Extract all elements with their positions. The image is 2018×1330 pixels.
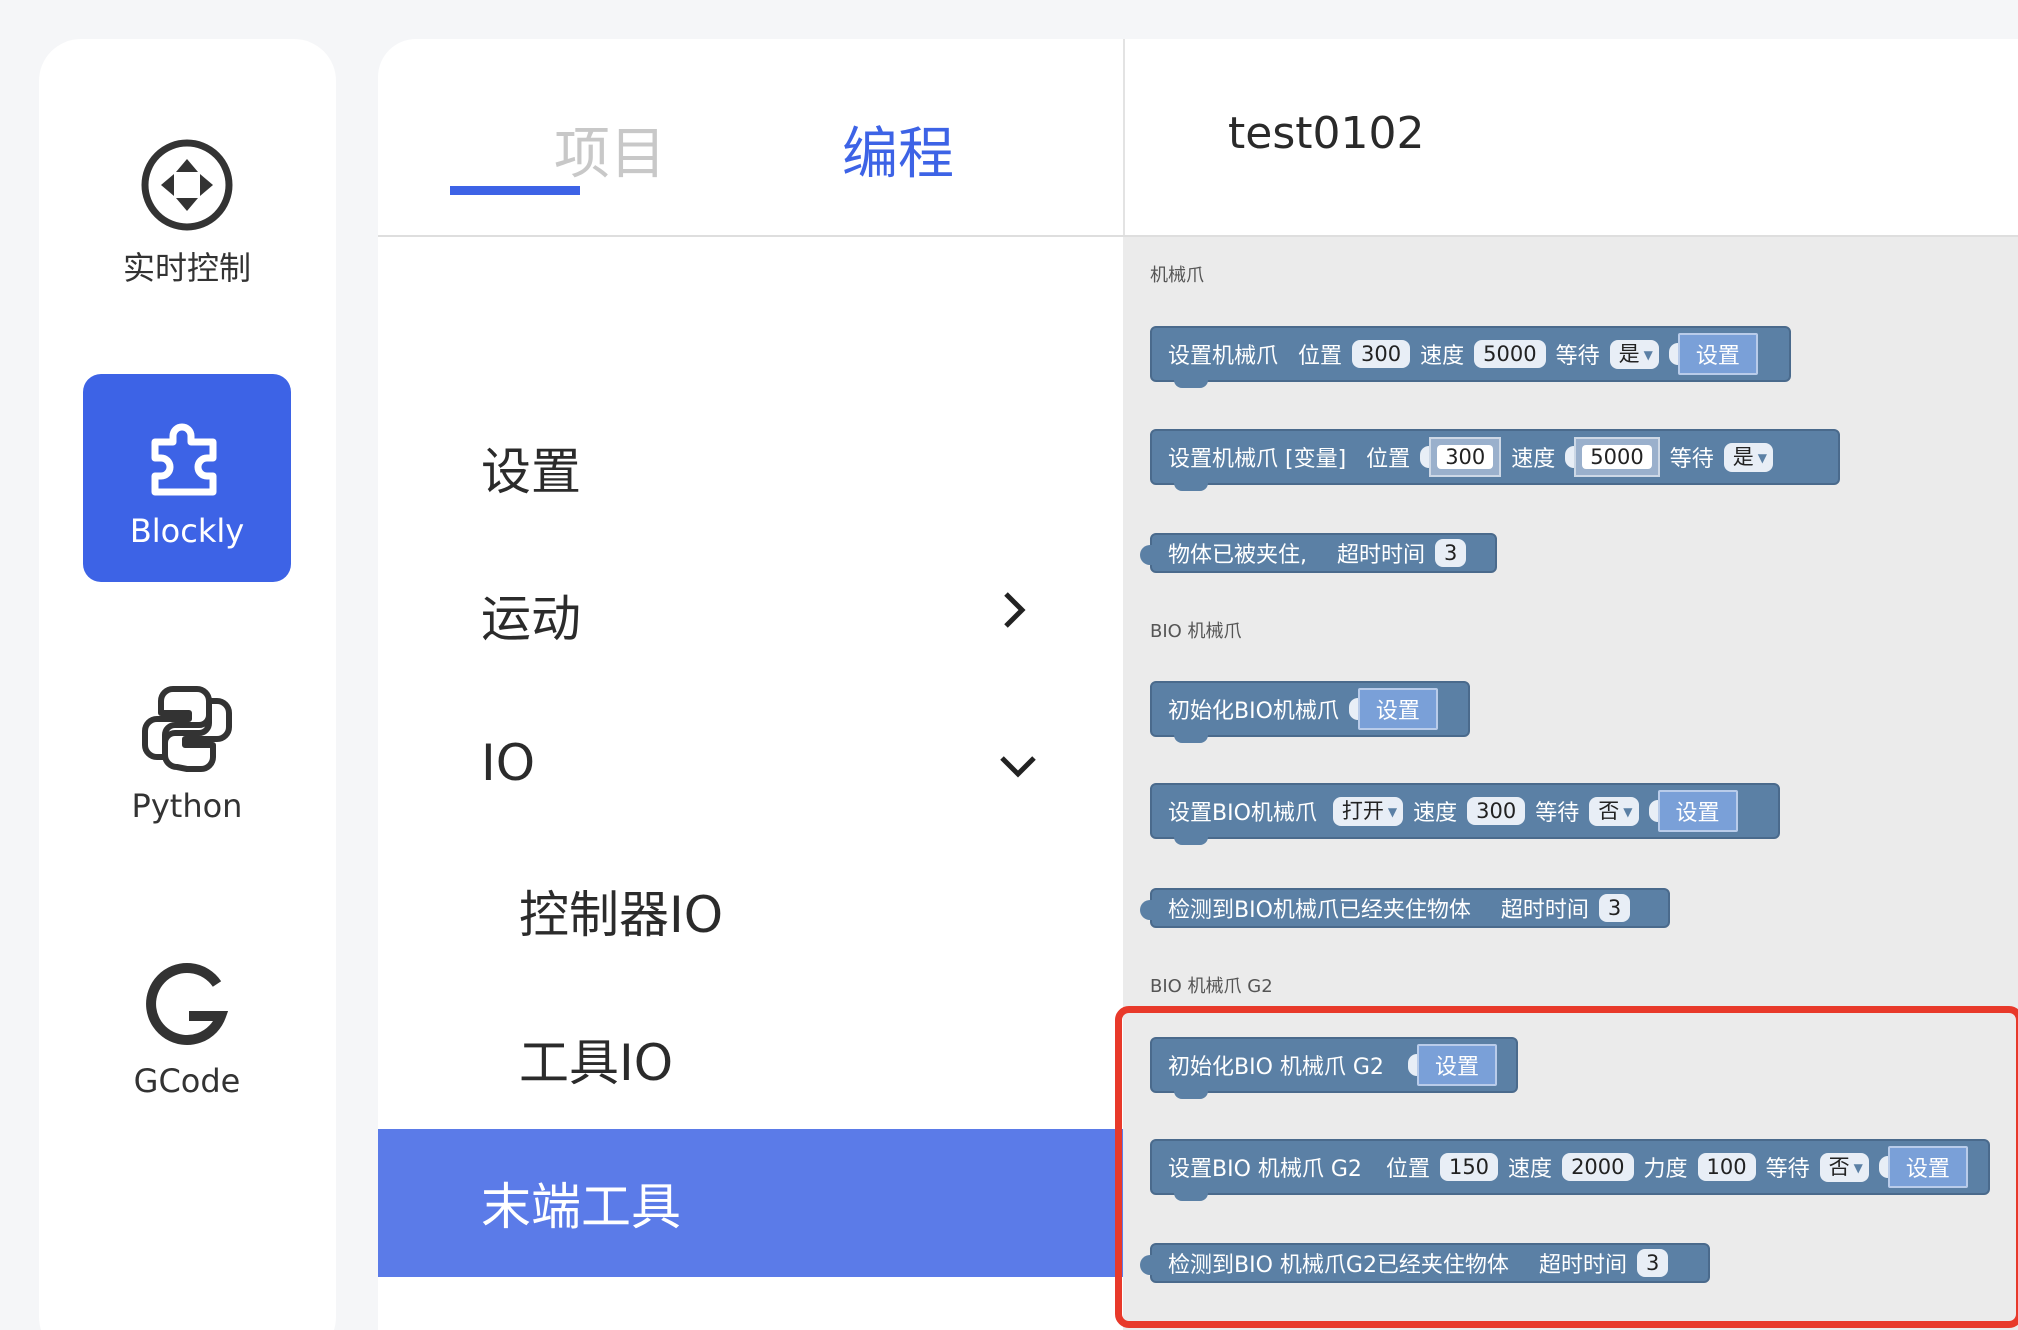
highlight-box (1115, 1006, 2018, 1328)
wait-dropdown[interactable]: 是 ▼ (1723, 442, 1773, 472)
python-icon (139, 681, 235, 777)
tab-project[interactable]: 项目 (554, 109, 666, 190)
chevron-right-icon (998, 586, 1028, 644)
chevron-down-icon (996, 734, 1040, 792)
timeout-field[interactable]: 3 (1598, 894, 1631, 922)
rail-item-blockly[interactable]: Blockly (83, 374, 291, 582)
tab-bar: 项目 编程 (378, 39, 1123, 235)
wait-dropdown[interactable]: 是 ▼ (1609, 339, 1659, 369)
position-field[interactable]: 300 (1352, 340, 1411, 368)
block-set-bio-gripper[interactable]: 设置BIO机械爪 打开 ▼ 速度 300 等待 否 ▼ 设置 (1150, 783, 1780, 845)
dropdown-arrow-icon: ▼ (1757, 450, 1767, 465)
menu-item-label: 运动 (481, 590, 581, 648)
menu-item-label: 控制器IO (519, 886, 724, 944)
block-init-bio-gripper[interactable]: 初始化BIO机械爪 设置 (1150, 681, 1470, 743)
joystick-icon (139, 137, 235, 233)
setting-socket[interactable]: 设置 (1348, 687, 1438, 731)
active-tab-indicator (450, 186, 580, 195)
left-rail: 实时控制 Blockly Python GCode (39, 39, 336, 1330)
menu-item-label: IO (481, 734, 536, 792)
section-title: BIO 机械爪 G2 (1150, 976, 1273, 997)
section-title: 机械爪 (1150, 265, 1204, 286)
mode-dropdown[interactable]: 打开 ▼ (1332, 796, 1404, 826)
setting-socket[interactable]: 设置 (1668, 332, 1758, 376)
speed-field[interactable]: 300 (1467, 797, 1526, 825)
section-title: BIO 机械爪 (1150, 621, 1242, 642)
dropdown-arrow-icon: ▼ (1387, 804, 1398, 819)
menu-item-settings[interactable]: 设置 (378, 394, 1123, 542)
category-menu: 设置 运动 IO 控制器IO 工具IO 末端工具 (378, 237, 1123, 1330)
block-bio-gripper-detected[interactable]: 检测到BIO机械爪已经夹住物体 超时时间 3 (1140, 888, 1670, 928)
speed-field[interactable]: 5000 (1474, 340, 1546, 368)
menu-item-label: 设置 (481, 443, 581, 501)
gcode-icon (139, 956, 235, 1052)
project-name: test0102 (1228, 108, 1425, 159)
tab-programming[interactable]: 编程 (842, 109, 954, 190)
rail-item-python[interactable]: Python (83, 649, 291, 857)
timeout-field[interactable]: 3 (1435, 539, 1467, 567)
rail-label: 实时控制 (122, 249, 251, 287)
menu-item-controller-io[interactable]: 控制器IO (378, 837, 1123, 985)
rail-label: Blockly (129, 512, 245, 550)
menu-item-label: 末端工具 (481, 1178, 681, 1236)
rail-label: GCode (133, 1062, 241, 1100)
rail-label: Python (131, 787, 243, 825)
dropdown-arrow-icon: ▼ (1623, 804, 1633, 819)
header-divider (1123, 39, 1125, 235)
wait-dropdown[interactable]: 否 ▼ (1589, 796, 1639, 826)
menu-item-end-tool[interactable]: 末端工具 (378, 1129, 1123, 1277)
position-socket[interactable]: 300 (1420, 435, 1502, 479)
menu-item-tool-io[interactable]: 工具IO (378, 985, 1123, 1133)
block-set-gripper-variable[interactable]: 设置机械爪 [变量] 位置 300 速度 5000 等待 是 ▼ (1150, 429, 1840, 491)
block-set-gripper[interactable]: 设置机械爪 位置 300 速度 5000 等待 是 ▼ 设置 (1150, 326, 1791, 388)
menu-item-label: 工具IO (519, 1034, 674, 1092)
rail-item-realtime-control[interactable]: 实时控制 (83, 109, 291, 317)
puzzle-icon (139, 406, 235, 502)
menu-item-io[interactable]: IO (378, 689, 1123, 837)
rail-item-gcode[interactable]: GCode (83, 924, 291, 1132)
setting-socket[interactable]: 设置 (1648, 789, 1738, 833)
dropdown-arrow-icon: ▼ (1643, 347, 1653, 362)
speed-socket[interactable]: 5000 (1565, 435, 1660, 479)
menu-item-motion[interactable]: 运动 (378, 541, 1123, 689)
block-object-gripped[interactable]: 物体已被夹住, 超时时间 3 (1140, 533, 1497, 573)
